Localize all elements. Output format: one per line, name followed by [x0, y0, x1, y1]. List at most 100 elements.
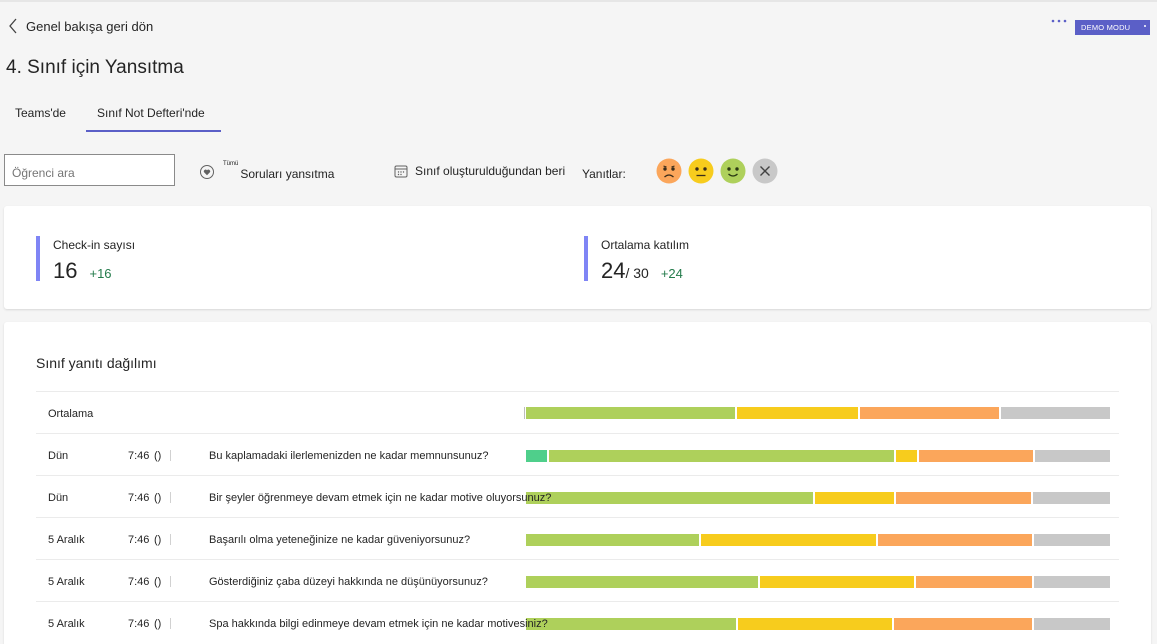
table-row[interactable]: 5 Aralık 7:46 () Spa hakkında bilgi edin…	[36, 603, 1119, 644]
table-row[interactable]: Dün 7:46 () Bu kaplamadaki ilerlemenizde…	[36, 435, 1119, 477]
back-to-overview-link[interactable]: Genel bakışa geri dön	[8, 18, 153, 34]
bar-segment-positive	[549, 450, 895, 462]
checkin-count-value: 16	[53, 258, 78, 283]
bar-segment-negative	[860, 407, 1000, 419]
bar-segment-negative	[877, 534, 1032, 546]
table-row[interactable]: Dün 7:46 () Bir şeyler öğrenmeye devam e…	[36, 477, 1119, 519]
average-participation-delta: +24	[660, 266, 683, 281]
divider	[36, 433, 1119, 434]
questions-filter-label: Soruları yansıtma	[240, 167, 335, 181]
bar-segment-neutral	[737, 618, 893, 630]
average-participation-value: 24	[601, 258, 626, 283]
row-time: 7:46	[128, 618, 150, 630]
row-time: 7:46	[128, 576, 150, 588]
average-participation-label: Ortalama katılım	[601, 238, 690, 252]
row-time: 7:46	[128, 450, 150, 462]
bar-segment-no-response	[1035, 450, 1110, 462]
distribution-bar	[526, 576, 1110, 588]
row-date: 5 Aralık	[48, 618, 85, 630]
row-paren: ()	[154, 534, 162, 546]
bar-segment-neutral	[737, 407, 859, 419]
row-question: Bir şeyler öğrenmeye devam etmek için ne…	[209, 492, 552, 504]
distribution-title: Sınıf yanıtı dağılımı	[36, 355, 157, 371]
bar-segment-neutral	[896, 450, 918, 462]
demo-dot-icon	[1144, 25, 1146, 27]
row-date: 5 Aralık	[48, 576, 85, 588]
bar-segment-positive	[526, 576, 758, 588]
no-response-filter[interactable]	[752, 158, 778, 184]
bar-segment-positive	[526, 534, 700, 546]
row-separator	[170, 576, 171, 587]
date-range-label: Sınıf oluşturulduğundan beri	[415, 164, 566, 178]
divider	[36, 601, 1119, 602]
row-question: Başarılı olma yeteneğinize ne kadar güve…	[209, 534, 471, 546]
row-paren: ()	[154, 576, 162, 588]
average-marker	[524, 407, 525, 419]
checkin-count-stat: Check-in sayısı 16 +16	[36, 236, 136, 283]
calendar-icon	[394, 165, 408, 178]
bar-segment-neutral	[701, 534, 876, 546]
happy-face-icon	[720, 158, 746, 184]
back-label: Genel bakışa geri dön	[26, 18, 154, 34]
checkin-count-delta: +16	[89, 266, 112, 281]
bar-segment-negative	[894, 618, 1032, 630]
bar-segment-negative	[919, 450, 1034, 462]
divider	[36, 517, 1119, 518]
demo-mode-badge[interactable]: DEMO MODU	[1075, 20, 1150, 35]
questions-filter-all: Tümü	[223, 161, 239, 167]
tab-teams[interactable]: Teams'de	[15, 106, 66, 120]
student-search-input[interactable]	[4, 154, 175, 186]
response-distribution-card: Sınıf yanıtı dağılımı Ortalama Dün 7:46 …	[4, 322, 1151, 644]
more-icon	[1051, 19, 1067, 23]
bar-segment-no-response	[1034, 576, 1110, 588]
page-title: 4. Sınıf için Yansıtma	[6, 57, 184, 78]
row-separator	[170, 534, 171, 545]
bar-segment-no-response	[1033, 618, 1110, 630]
divider	[36, 559, 1119, 560]
more-options-button[interactable]	[1050, 14, 1070, 28]
divider	[36, 391, 1119, 392]
distribution-bar	[526, 407, 1110, 419]
heart-emotion-icon	[200, 165, 214, 179]
row-date: Dün	[48, 492, 69, 504]
bar-segment-positive	[526, 492, 814, 504]
top-border	[0, 0, 1157, 2]
distribution-bar	[526, 450, 1110, 462]
average-row: Ortalama	[36, 393, 1119, 435]
bar-segment-negative	[915, 576, 1033, 588]
date-range-filter[interactable]: Sınıf oluşturulduğundan beri	[394, 164, 565, 178]
distribution-bar	[526, 492, 1110, 504]
selected-tab-indicator	[86, 130, 221, 132]
row-date: 5 Aralık	[48, 534, 85, 546]
row-time: 7:46	[128, 534, 150, 546]
row-separator	[170, 618, 171, 629]
row-separator	[170, 450, 171, 461]
bar-segment-positive	[526, 407, 736, 419]
responses-label: Yanıtlar:	[582, 167, 626, 181]
row-question: Gösterdiğiniz çaba düzeyi hakkında ne dü…	[209, 576, 488, 588]
questions-filter[interactable]: Tümü Soruları yansıtma	[199, 161, 334, 181]
demo-mode-label: DEMO MODU	[1081, 23, 1131, 32]
average-participation-stat: Ortalama katılım 24/ 30 +24	[584, 236, 690, 283]
row-date: Dün	[48, 450, 69, 462]
tab-class-notebook[interactable]: Sınıf Not Defteri'nde	[97, 106, 205, 120]
table-row[interactable]: 5 Aralık 7:46 () Gösterdiğiniz çaba düze…	[36, 561, 1119, 603]
close-icon	[752, 158, 778, 184]
neutral-face-icon	[688, 158, 714, 184]
neutral-face-filter[interactable]	[688, 158, 714, 184]
stats-card: Check-in sayısı 16 +16 Ortalama katılım 2…	[4, 206, 1151, 309]
row-paren: ()	[154, 492, 162, 504]
distribution-bar	[526, 534, 1110, 546]
bar-segment-neutral	[759, 576, 914, 588]
bar-segment-no-response	[1033, 492, 1110, 504]
checkin-count-label: Check-in sayısı	[53, 238, 136, 252]
row-question: Spa hakkında bilgi edinmeye devam etmek …	[209, 618, 548, 630]
bar-segment-negative	[896, 492, 1032, 504]
bar-segment-positive	[526, 618, 736, 630]
row-paren: ()	[154, 450, 162, 462]
row-question: Bu kaplamadaki ilerlemenizden ne kadar m…	[209, 450, 489, 462]
chevron-left-icon	[9, 18, 17, 34]
table-row[interactable]: 5 Aralık 7:46 () Başarılı olma yeteneğin…	[36, 519, 1119, 561]
happy-face-filter[interactable]	[720, 158, 746, 184]
sad-face-filter[interactable]	[656, 158, 682, 184]
